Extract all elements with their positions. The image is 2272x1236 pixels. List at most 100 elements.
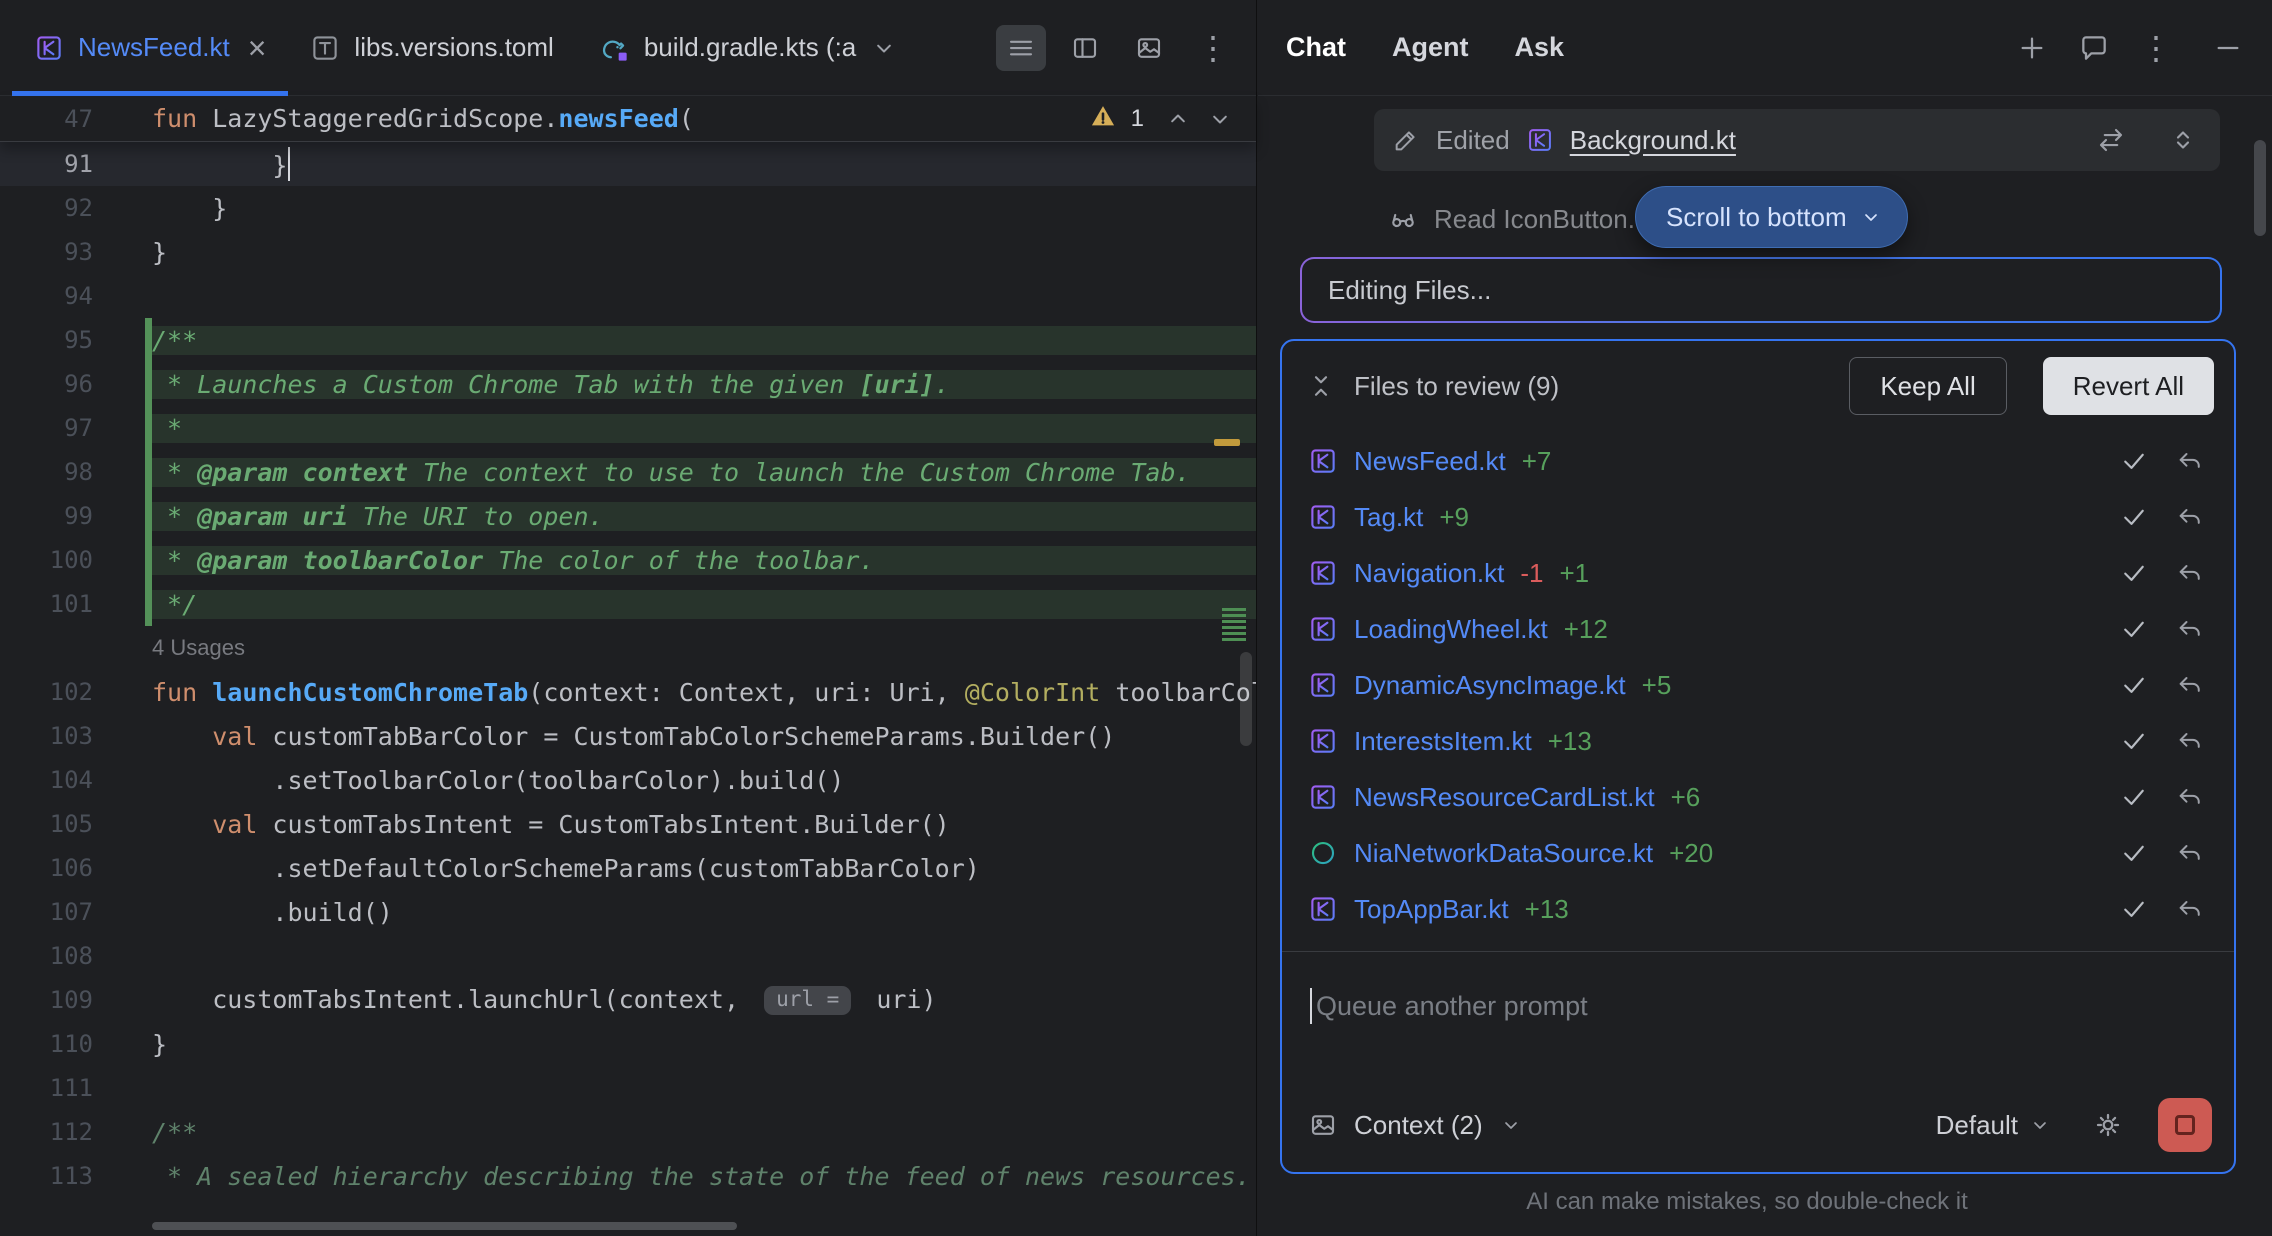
file-review-row[interactable]: NewsFeed.kt +7 [1282, 433, 2234, 489]
warning-icon[interactable] [1089, 102, 1117, 135]
tab-newsfeed-kt[interactable]: NewsFeed.kt × [12, 0, 288, 95]
file-link[interactable]: NewsFeed.kt [1354, 446, 1506, 477]
editor-vertical-scrollbar[interactable] [1240, 652, 1252, 746]
file-link[interactable]: Tag.kt [1354, 502, 1423, 533]
next-issue-icon[interactable] [1206, 105, 1234, 133]
file-link[interactable]: TopAppBar.kt [1354, 894, 1509, 925]
code-line[interactable]: 103 val customTabBarColor = CustomTabCol… [0, 714, 1256, 758]
chevron-down-icon[interactable] [870, 34, 898, 62]
tab-libs-versions-toml[interactable]: libs.versions.toml [288, 0, 575, 95]
kebab-menu-icon[interactable]: ⋮ [2140, 32, 2172, 64]
code-line[interactable]: 95/** [0, 318, 1256, 362]
file-link[interactable]: Navigation.kt [1354, 558, 1504, 589]
keep-file-button[interactable] [2114, 838, 2154, 868]
tab-chat[interactable]: Chat [1286, 32, 1346, 63]
file-review-row[interactable]: NiaNetworkDataSource.kt +20 [1282, 825, 2234, 881]
revert-file-button[interactable] [2170, 783, 2210, 811]
file-review-row[interactable]: InterestsItem.kt +13 [1282, 713, 2234, 769]
keep-file-button[interactable] [2114, 782, 2154, 812]
keep-file-button[interactable] [2114, 670, 2154, 700]
code-lines[interactable]: 91 }92 }93}9495/**96 * Launches a Custom… [0, 142, 1256, 1236]
prev-issue-icon[interactable] [1164, 105, 1192, 133]
code-line[interactable]: 101 */ [0, 582, 1256, 626]
show-diff-icon[interactable] [2096, 125, 2126, 155]
read-step-row[interactable]: Read IconButton. [1388, 204, 1635, 235]
stop-generation-button[interactable] [2158, 1098, 2212, 1152]
image-preview-icon[interactable] [1124, 25, 1174, 71]
keep-file-button[interactable] [2114, 894, 2154, 924]
warning-stripe-mark[interactable] [1214, 439, 1240, 446]
sticky-code-header[interactable]: 47 fun LazyStaggeredGridScope.newsFeed( … [0, 96, 1256, 142]
revert-all-button[interactable]: Revert All [2043, 357, 2214, 415]
keep-file-button[interactable] [2114, 726, 2154, 756]
code-line[interactable]: 102fun launchCustomChromeTab(context: Co… [0, 670, 1256, 714]
scroll-to-bottom-button[interactable]: Scroll to bottom [1635, 186, 1908, 248]
file-review-row[interactable]: NewsResourceCardList.kt +6 [1282, 769, 2234, 825]
file-link[interactable]: InterestsItem.kt [1354, 726, 1532, 757]
revert-file-button[interactable] [2170, 671, 2210, 699]
code-line[interactable]: 92 } [0, 186, 1256, 230]
keep-all-button[interactable]: Keep All [1849, 357, 2006, 415]
list-view-icon[interactable] [996, 25, 1046, 71]
code-line[interactable]: 91 } [0, 142, 1256, 186]
revert-file-button[interactable] [2170, 727, 2210, 755]
settings-gear-icon[interactable] [2092, 1109, 2124, 1141]
file-link[interactable]: LoadingWheel.kt [1354, 614, 1548, 645]
code-line[interactable]: 94 [0, 274, 1256, 318]
chat-scrollbar[interactable] [2254, 140, 2266, 236]
hide-panel-icon[interactable] [2212, 32, 2244, 64]
file-review-row[interactable]: DynamicAsyncImage.kt +5 [1282, 657, 2234, 713]
code-line[interactable]: 106 .setDefaultColorSchemeParams(customT… [0, 846, 1256, 890]
revert-file-button[interactable] [2170, 615, 2210, 643]
keep-file-button[interactable] [2114, 558, 2154, 588]
revert-file-button[interactable] [2170, 559, 2210, 587]
code-line[interactable]: 97 * [0, 406, 1256, 450]
code-line[interactable]: 113 * A sealed hierarchy describing the … [0, 1154, 1256, 1198]
keep-file-button[interactable] [2114, 446, 2154, 476]
file-review-row[interactable]: Tag.kt +9 [1282, 489, 2234, 545]
file-review-row[interactable]: Navigation.kt -1 +1 [1282, 545, 2234, 601]
edited-file-card[interactable]: Edited Background.kt [1374, 109, 2220, 171]
file-link[interactable]: NiaNetworkDataSource.kt [1354, 838, 1653, 869]
file-review-row[interactable]: TopAppBar.kt +13 [1282, 881, 2234, 937]
revert-file-button[interactable] [2170, 447, 2210, 475]
prompt-input[interactable]: Queue another prompt [1282, 952, 2234, 1024]
code-line[interactable]: 105 val customTabsIntent = CustomTabsInt… [0, 802, 1256, 846]
new-chat-icon[interactable] [2016, 32, 2048, 64]
code-line[interactable]: 93} [0, 230, 1256, 274]
code-line[interactable]: 107 .build() [0, 890, 1256, 934]
tab-ask[interactable]: Ask [1515, 32, 1565, 63]
edited-file-link[interactable]: Background.kt [1570, 125, 1736, 156]
code-line[interactable]: 111 [0, 1066, 1256, 1110]
context-selector[interactable]: Context (2) [1354, 1110, 1483, 1141]
usages-inlay[interactable]: 4 Usages [0, 626, 1256, 670]
revert-file-button[interactable] [2170, 895, 2210, 923]
code-line[interactable]: 99 * @param uri The URI to open. [0, 494, 1256, 538]
close-icon[interactable]: × [248, 32, 267, 64]
tab-build-gradle-kts[interactable]: build.gradle.kts (:a [576, 0, 920, 95]
model-selector[interactable]: Default [1936, 1110, 2052, 1141]
revert-file-button[interactable] [2170, 503, 2210, 531]
collapse-icon[interactable] [1306, 371, 1336, 401]
file-link[interactable]: NewsResourceCardList.kt [1354, 782, 1655, 813]
code-line[interactable]: 110} [0, 1022, 1256, 1066]
expand-icon[interactable] [2168, 125, 2198, 155]
chevron-down-icon[interactable] [1499, 1113, 1523, 1137]
keep-file-button[interactable] [2114, 502, 2154, 532]
code-line[interactable]: 100 * @param toolbarColor The color of t… [0, 538, 1256, 582]
file-review-row[interactable]: LoadingWheel.kt +12 [1282, 601, 2234, 657]
code-line[interactable]: 109 customTabsIntent.launchUrl(context, … [0, 978, 1256, 1022]
code-line[interactable]: 98 * @param context The context to use t… [0, 450, 1256, 494]
code-line[interactable]: 96 * Launches a Custom Chrome Tab with t… [0, 362, 1256, 406]
attach-image-icon[interactable] [1308, 1110, 1338, 1140]
code-line[interactable]: 112/** [0, 1110, 1256, 1154]
file-link[interactable]: DynamicAsyncImage.kt [1354, 670, 1626, 701]
code-line[interactable]: 104 .setToolbarColor(toolbarColor).build… [0, 758, 1256, 802]
tab-agent[interactable]: Agent [1392, 32, 1469, 63]
kebab-menu-icon[interactable]: ⋮ [1188, 25, 1238, 71]
chat-history-icon[interactable] [2078, 32, 2110, 64]
editor-horizontal-scrollbar[interactable] [152, 1222, 737, 1230]
split-editor-icon[interactable] [1060, 25, 1110, 71]
code-line[interactable]: 108 [0, 934, 1256, 978]
revert-file-button[interactable] [2170, 839, 2210, 867]
